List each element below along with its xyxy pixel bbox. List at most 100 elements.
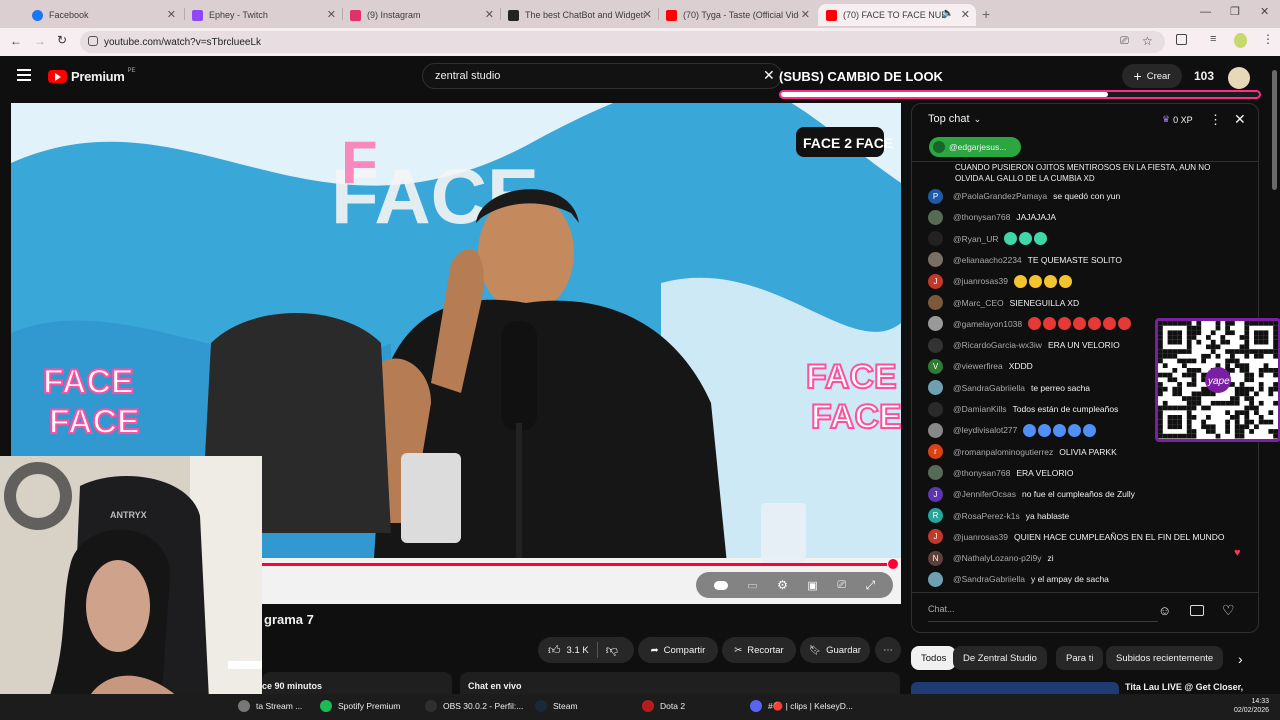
more-actions-button[interactable]: ⋯: [875, 637, 901, 663]
chat-message[interactable]: @SandraGabriiella y el ampay de sacha: [928, 571, 1109, 587]
chat-author[interactable]: @Marc_CEO: [953, 298, 1004, 308]
chat-message[interactable]: J @juanrosas39 QUIEN HACE CUMPLEAÑOS EN EL…: [928, 529, 1224, 545]
tab-face-to-face[interactable]: (70) FACE TO FACE NUEVA 🔈 ✕: [818, 4, 976, 26]
chat-input[interactable]: Chat...: [928, 604, 1158, 622]
chat-avatar[interactable]: V: [928, 358, 943, 374]
chat-message[interactable]: N @NathalyLozano-p2i9y zi: [928, 550, 1054, 566]
chat-author[interactable]: @juanrosas39: [953, 276, 1008, 286]
clip-button[interactable]: ✂ Recortar: [722, 637, 796, 663]
chat-author[interactable]: @leydivisalot277: [953, 425, 1017, 435]
chat-avatar[interactable]: [928, 422, 943, 438]
tab-chatbot[interactable]: The best ChatBot and Widgets ✕: [500, 4, 658, 26]
chat-message[interactable]: J @juanrosas39: [928, 273, 1074, 289]
like-icon[interactable]: 👍︎: [548, 643, 561, 658]
chat-message[interactable]: @thonysan768 JAJAJAJA: [928, 209, 1056, 225]
chat-author[interactable]: @viewerfirea: [953, 361, 1003, 371]
chat-author[interactable]: @SandraGabriiella: [953, 383, 1025, 393]
window-close-button[interactable]: ✕: [1260, 5, 1269, 18]
video-progress-bar[interactable]: [261, 563, 893, 566]
fullscreen-icon[interactable]: ⤢: [866, 578, 876, 593]
chat-message[interactable]: J @JenniferOcsas no fue el cumpleaños de Z…: [928, 486, 1135, 502]
chat-message[interactable]: @SandraGabriiella te perreo sacha: [928, 380, 1090, 396]
extensions-icon[interactable]: [1176, 34, 1187, 45]
chat-message[interactable]: r @romanpalominogutierrez OLIVIA PARKK: [928, 444, 1117, 460]
close-icon[interactable]: ✕: [801, 8, 810, 21]
chat-avatar[interactable]: J: [928, 273, 943, 289]
chat-avatar[interactable]: [928, 571, 943, 587]
url-field[interactable]: youtube.com/watch?v=sTbrclueeLk ⎚ ☆: [80, 31, 1165, 53]
profile-avatar[interactable]: [1234, 33, 1247, 48]
close-chat-icon[interactable]: ✕: [1234, 111, 1246, 128]
chat-author[interactable]: @thonysan768: [953, 212, 1010, 222]
chat-author[interactable]: @Ryan_UR: [953, 234, 998, 244]
chat-avatar[interactable]: [928, 401, 943, 417]
close-icon[interactable]: ✕: [961, 8, 970, 21]
miniplayer-icon[interactable]: ▣: [807, 579, 817, 592]
chat-message[interactable]: @RicardoGarcia-wx3iw ERA UN VELORIO: [928, 337, 1120, 353]
chat-message[interactable]: V @viewerfirea XDDD: [928, 358, 1033, 374]
chat-message[interactable]: @thonysan768 ERA VELORIO: [928, 465, 1073, 481]
pinned-donor-chip[interactable]: @edgarjesus...: [929, 137, 1021, 157]
chat-message[interactable]: @gamelayon1038: [928, 316, 1133, 332]
chat-author[interactable]: @thonysan768: [953, 468, 1010, 478]
new-tab-button[interactable]: +: [982, 6, 990, 22]
taskbar-item[interactable]: Steam: [535, 700, 578, 712]
chat-author[interactable]: @gamelayon1038: [953, 319, 1022, 329]
close-icon[interactable]: ✕: [643, 8, 652, 21]
chat-author[interactable]: @JenniferOcsas: [953, 489, 1016, 499]
tab-instagram[interactable]: (9) Instagram ✕: [342, 4, 500, 26]
xp-badge[interactable]: ♛ 0 XP: [1162, 114, 1193, 125]
description-box[interactable]: ce 90 minutos: [262, 672, 452, 694]
forward-icon[interactable]: →: [34, 34, 46, 48]
hamburger-menu-icon[interactable]: [17, 69, 31, 81]
chat-avatar[interactable]: N: [928, 550, 943, 566]
chat-avatar[interactable]: r: [928, 444, 943, 460]
chat-avatar[interactable]: [928, 295, 943, 310]
taskbar-item[interactable]: ta Stream ...: [238, 700, 302, 712]
speaker-icon[interactable]: 🔈: [942, 8, 954, 19]
tab-twitch[interactable]: Ephey - Twitch ✕: [184, 4, 342, 26]
notification-count[interactable]: 103: [1194, 69, 1214, 83]
scrubber-handle[interactable]: [888, 559, 898, 569]
chat-author[interactable]: @juanrosas39: [953, 532, 1008, 542]
chat-message[interactable]: R @RosaPerez-k1s ya hablaste: [928, 508, 1069, 524]
create-button[interactable]: + Crear: [1122, 64, 1182, 88]
chat-avatar[interactable]: J: [928, 529, 943, 545]
youtube-logo[interactable]: Premium PE: [48, 68, 136, 84]
site-info-icon[interactable]: [88, 36, 98, 46]
recommended-title[interactable]: Tita Lau LIVE @ Get Closer,: [1125, 682, 1243, 692]
chat-message[interactable]: @Marc_CEO SIENEGUILLA XD: [928, 295, 1079, 311]
save-button[interactable]: 🔖︎ Guardar: [800, 637, 870, 663]
taskbar-item[interactable]: Spotify Premium: [320, 700, 400, 712]
chat-avatar[interactable]: R: [928, 508, 943, 523]
chat-avatar[interactable]: P: [928, 188, 943, 204]
chat-avatar[interactable]: [928, 465, 943, 481]
settings-gear-icon[interactable]: ⚙: [777, 578, 788, 592]
taskbar-item[interactable]: Dota 2: [642, 700, 685, 712]
search-input[interactable]: zentral studio: [422, 63, 782, 89]
autoplay-toggle[interactable]: [713, 580, 728, 590]
chat-author[interactable]: @RicardoGarcia-wx3iw: [953, 340, 1042, 350]
chat-author[interactable]: @elianaacho2234: [953, 255, 1022, 265]
recommended-thumbnail[interactable]: [911, 682, 1119, 694]
chat-message[interactable]: @leydivisalot277: [928, 422, 1098, 438]
reload-icon[interactable]: ↻: [57, 33, 67, 47]
minimize-button[interactable]: —: [1200, 6, 1211, 18]
tab-tyga[interactable]: (70) Tyga - Taste (Official Vide ✕: [658, 4, 816, 26]
chat-author[interactable]: @PaolaGrandezPamaya: [953, 191, 1047, 201]
live-chat-replay-box[interactable]: Chat en vivo: [460, 672, 900, 694]
media-control-icon[interactable]: ≡: [1210, 33, 1216, 45]
page-scrollbar[interactable]: [1272, 70, 1277, 190]
taskbar-item[interactable]: OBS 30.0.2 - Perfil:...: [425, 700, 523, 712]
maximize-button[interactable]: ❐: [1230, 5, 1240, 18]
share-button[interactable]: ➦ Compartir: [638, 637, 718, 663]
cast-icon[interactable]: ⎚: [1120, 35, 1129, 48]
chat-message[interactable]: @Ryan_UR: [928, 231, 1049, 247]
cast-icon[interactable]: ⎚: [837, 579, 846, 592]
chat-message[interactable]: P @PaolaGrandezPamaya se quedó con yun: [928, 188, 1120, 204]
chat-more-icon[interactable]: ⋮: [1209, 112, 1222, 128]
close-icon[interactable]: ✕: [327, 8, 336, 21]
chat-avatar[interactable]: [928, 231, 943, 247]
clear-search-icon[interactable]: ✕: [763, 67, 775, 84]
chat-avatar[interactable]: [928, 252, 943, 268]
